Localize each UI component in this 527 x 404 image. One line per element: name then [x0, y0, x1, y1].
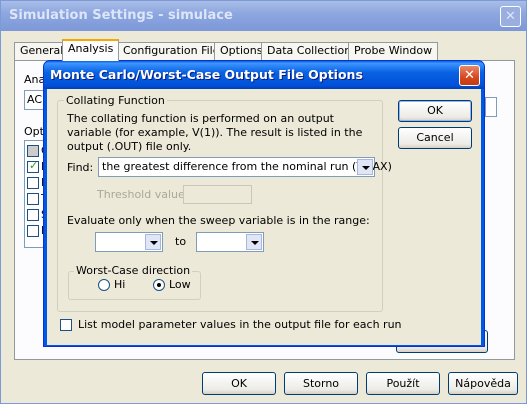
option-checkbox-l[interactable]	[27, 225, 39, 237]
window-title: Simulation Settings - simulace	[9, 8, 233, 23]
close-icon[interactable]: ✕	[459, 65, 480, 86]
range-from-select[interactable]	[95, 232, 163, 252]
chevron-down-icon[interactable]	[357, 159, 373, 175]
find-select-value: the greatest difference from the nominal…	[102, 160, 392, 173]
tab-data-collection[interactable]: Data Collection	[261, 42, 358, 60]
option-checkbox-s[interactable]	[27, 209, 39, 221]
list-params-label: List model parameter values in the outpu…	[78, 318, 402, 331]
analysis-type-select[interactable]: AC	[24, 90, 44, 110]
direction-low-radio[interactable]	[153, 279, 165, 291]
option-checkbox-g[interactable]	[27, 145, 39, 157]
direction-hi-radio[interactable]	[98, 279, 110, 291]
range-label: Evaluate only when the sweep variable is…	[67, 214, 370, 227]
ok-button[interactable]: OK	[398, 100, 472, 122]
option-checkbox-t[interactable]	[27, 193, 39, 205]
range-to-select[interactable]	[196, 232, 264, 252]
cancel-button[interactable]: Storno	[284, 372, 358, 395]
help-button[interactable]: Nápověda	[448, 372, 518, 395]
threshold-label: Threshold value:	[97, 188, 189, 201]
apply-button[interactable]: Použít	[366, 372, 440, 395]
option-checkbox-p[interactable]	[27, 177, 39, 189]
dialog-title-bar: Monte Carlo/Worst-Case Output File Optio…	[44, 61, 484, 89]
find-label: Find:	[67, 161, 94, 174]
tab-analysis[interactable]: Analysis	[62, 39, 120, 61]
title-bar: Simulation Settings - simulace ✕	[1, 1, 526, 31]
chevron-down-icon[interactable]	[145, 234, 161, 250]
collating-description: The collating function is performed on a…	[67, 112, 363, 153]
collating-function-caption: Collating Function	[64, 94, 167, 107]
option-checkbox-m[interactable]	[27, 159, 39, 173]
threshold-input[interactable]	[183, 185, 252, 204]
ok-button[interactable]: OK	[202, 372, 276, 395]
list-params-checkbox[interactable]	[60, 319, 72, 331]
dialog-body: Collating Function The collating functio…	[47, 89, 481, 345]
cancel-button[interactable]: Cancel	[398, 127, 472, 149]
analysis-side-field[interactable]	[485, 97, 497, 117]
find-select[interactable]: the greatest difference from the nominal…	[98, 157, 392, 177]
dialog-title: Monte Carlo/Worst-Case Output File Optio…	[50, 67, 363, 82]
worst-case-direction-caption: Worst-Case direction	[74, 264, 193, 277]
close-icon[interactable]: ✕	[500, 6, 521, 27]
monte-carlo-output-options-dialog: Monte Carlo/Worst-Case Output File Optio…	[43, 60, 485, 347]
to-label: to	[175, 235, 187, 248]
direction-hi-label: Hi	[114, 278, 126, 291]
tab-probe-window[interactable]: Probe Window	[348, 42, 439, 60]
direction-low-label: Low	[169, 278, 191, 291]
chevron-down-icon[interactable]	[246, 234, 262, 250]
